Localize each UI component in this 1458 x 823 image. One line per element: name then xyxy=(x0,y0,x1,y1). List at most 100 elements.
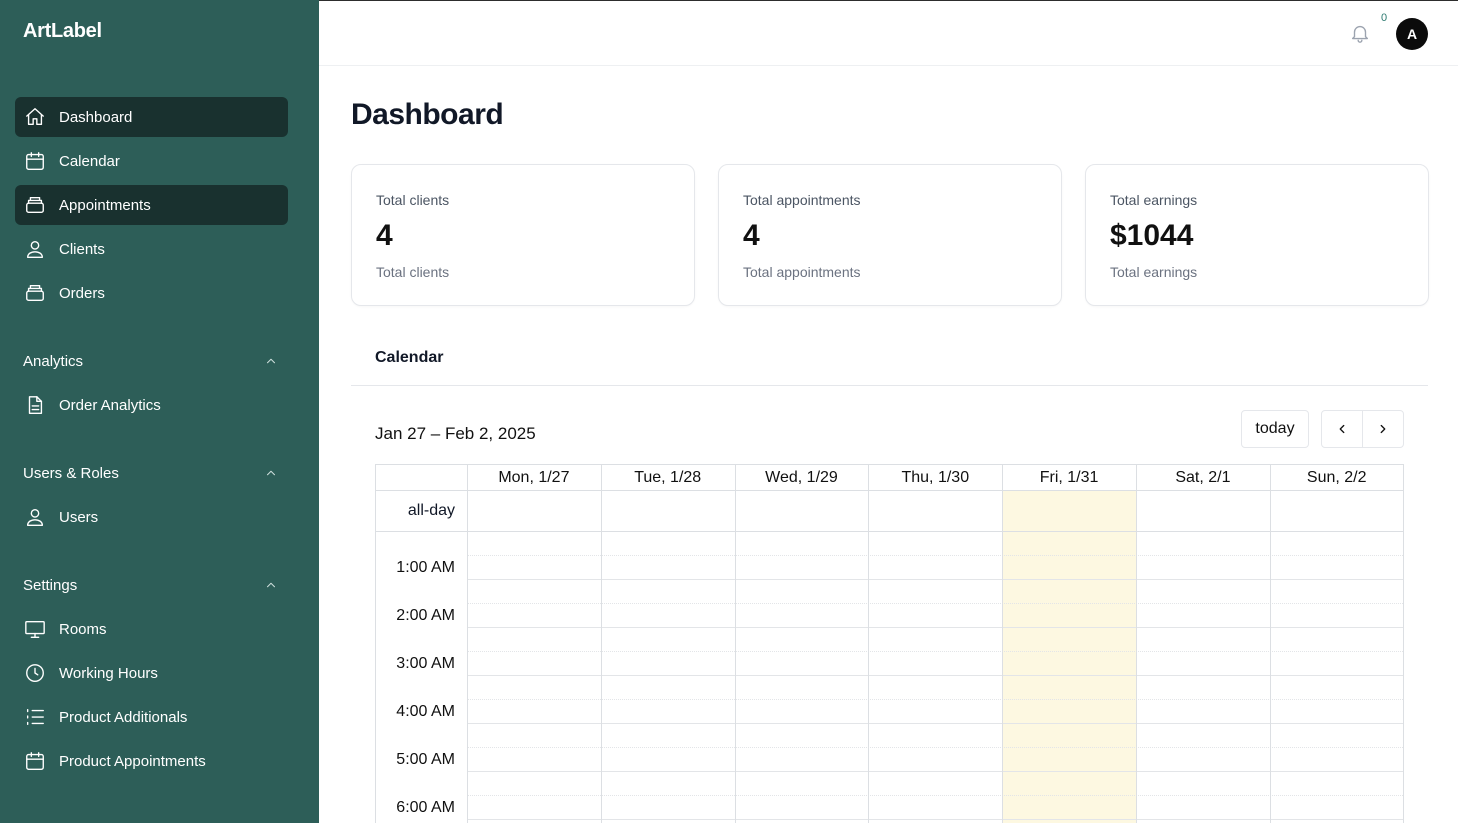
day-divider xyxy=(734,465,736,823)
section-title: Settings xyxy=(23,576,78,594)
sidebar-item-label: Product Appointments xyxy=(59,752,206,770)
sidebar-item-users[interactable]: Users xyxy=(15,497,288,537)
day-divider xyxy=(868,465,870,823)
time-label: 3:00 AM xyxy=(396,655,455,672)
sidebar-item-label: Orders xyxy=(59,284,105,302)
day-header[interactable]: Sat, 2/1 xyxy=(1136,465,1270,490)
section-title: Users & Roles xyxy=(23,464,119,482)
hour-line xyxy=(467,627,1403,628)
card-value: 4 xyxy=(743,219,760,252)
card-title: Total appointments xyxy=(743,192,861,208)
card-subtitle: Total earnings xyxy=(1110,264,1198,280)
card-title: Total clients xyxy=(376,192,450,208)
sidebar-item-working-hours[interactable]: Working Hours xyxy=(15,653,288,693)
sidebar-item-product-appointments[interactable]: Product Appointments xyxy=(15,741,288,781)
user-icon xyxy=(24,238,46,260)
prev-week-button[interactable] xyxy=(1321,410,1363,448)
chevron-up-icon xyxy=(266,470,276,476)
stack-icon xyxy=(24,194,46,216)
sidebar-item-calendar[interactable]: Calendar xyxy=(15,141,288,181)
sidebar-item-label: Users xyxy=(59,508,99,526)
sidebar-item-label: Working Hours xyxy=(59,664,158,682)
list-icon xyxy=(24,706,46,728)
day-header[interactable]: Sun, 2/2 xyxy=(1270,465,1404,490)
section-analytics[interactable]: Analytics xyxy=(23,350,278,372)
notification-count: 0 xyxy=(1381,12,1388,24)
stat-card-appointments: Total appointments 4 Total appointments xyxy=(718,164,1062,306)
half-hour-line xyxy=(467,603,1403,604)
chevron-up-icon xyxy=(266,358,276,364)
day-divider xyxy=(1269,465,1271,823)
stack-icon xyxy=(24,282,46,304)
half-hour-line xyxy=(467,795,1403,796)
sidebar-item-clients[interactable]: Clients xyxy=(15,229,288,269)
half-hour-line xyxy=(467,747,1403,748)
hour-line xyxy=(467,819,1403,820)
time-label: 1:00 AM xyxy=(396,559,455,576)
time-label: 2:00 AM xyxy=(396,607,455,624)
card-value: 4 xyxy=(376,219,393,252)
today-button[interactable]: today xyxy=(1241,410,1309,448)
monitor-icon xyxy=(24,618,46,640)
bell-icon[interactable] xyxy=(1349,22,1373,46)
card-value: $1044 xyxy=(1110,219,1194,252)
sidebar-item-label: Calendar xyxy=(59,152,120,170)
stat-card-clients: Total clients 4 Total clients xyxy=(351,164,695,306)
next-week-button[interactable] xyxy=(1362,410,1404,448)
sidebar-item-label: Clients xyxy=(59,240,105,258)
day-header[interactable]: Thu, 1/30 xyxy=(868,465,1002,490)
sidebar-item-label: Rooms xyxy=(59,620,107,638)
card-title: Total earnings xyxy=(1110,192,1198,208)
hour-line xyxy=(467,771,1403,772)
section-title: Analytics xyxy=(23,352,84,370)
sidebar-item-rooms[interactable]: Rooms xyxy=(15,609,288,649)
hour-line xyxy=(467,723,1403,724)
time-label: 4:00 AM xyxy=(396,703,455,720)
chevron-right-icon xyxy=(1380,424,1386,434)
day-divider xyxy=(1002,465,1004,823)
today-column-highlight xyxy=(1002,490,1136,823)
calendar-heading: Calendar xyxy=(375,349,444,366)
sidebar-item-order-analytics[interactable]: Order Analytics xyxy=(15,385,288,425)
user-icon xyxy=(24,506,46,528)
day-divider xyxy=(467,465,468,823)
document-icon xyxy=(24,394,46,416)
half-hour-line xyxy=(467,699,1403,700)
day-header[interactable]: Fri, 1/31 xyxy=(1002,465,1136,490)
sidebar-item-label: Appointments xyxy=(59,196,151,214)
home-icon xyxy=(24,106,46,128)
calendar-header: Calendar xyxy=(351,330,1428,386)
sidebar-item-dashboard[interactable]: Dashboard xyxy=(15,97,288,137)
day-header[interactable]: Tue, 1/28 xyxy=(601,465,735,490)
topbar: 0 A xyxy=(319,0,1458,66)
section-users-roles[interactable]: Users & Roles xyxy=(23,462,278,484)
sidebar-item-appointments[interactable]: Appointments xyxy=(15,185,288,225)
sidebar-item-label: Product Additionals xyxy=(59,708,188,726)
time-label: 6:00 AM xyxy=(396,799,455,816)
calendar-icon xyxy=(24,750,46,772)
clock-icon xyxy=(24,662,46,684)
header-divider xyxy=(376,490,1403,491)
calendar-range: Jan 27 – Feb 2, 2025 xyxy=(375,424,536,443)
section-settings[interactable]: Settings xyxy=(23,574,278,596)
sidebar-item-product-additionals[interactable]: Product Additionals xyxy=(15,697,288,737)
day-divider xyxy=(600,465,602,823)
day-header[interactable]: Wed, 1/29 xyxy=(735,465,869,490)
half-hour-line xyxy=(467,555,1403,556)
allday-divider xyxy=(376,531,1403,532)
stat-card-earnings: Total earnings $1044 Total earnings xyxy=(1085,164,1429,306)
calendar-grid[interactable]: all-day Mon, 1/27 Tue, 1/28 Wed, 1/29 Thu, … xyxy=(375,464,1404,823)
sidebar-item-orders[interactable]: Orders xyxy=(15,273,288,313)
half-hour-line xyxy=(467,651,1403,652)
calendar-icon xyxy=(24,150,46,172)
allday-label: all-day xyxy=(407,501,455,519)
avatar[interactable]: A xyxy=(1396,18,1428,50)
day-header[interactable]: Mon, 1/27 xyxy=(467,465,601,490)
card-subtitle: Total clients xyxy=(376,264,450,280)
chevron-left-icon xyxy=(1339,424,1345,434)
sidebar-item-label: Dashboard xyxy=(59,108,133,126)
chevron-up-icon xyxy=(266,582,276,588)
day-divider xyxy=(1136,465,1137,823)
brand-logo[interactable]: ArtLabel xyxy=(23,20,102,43)
hour-line xyxy=(467,579,1403,580)
